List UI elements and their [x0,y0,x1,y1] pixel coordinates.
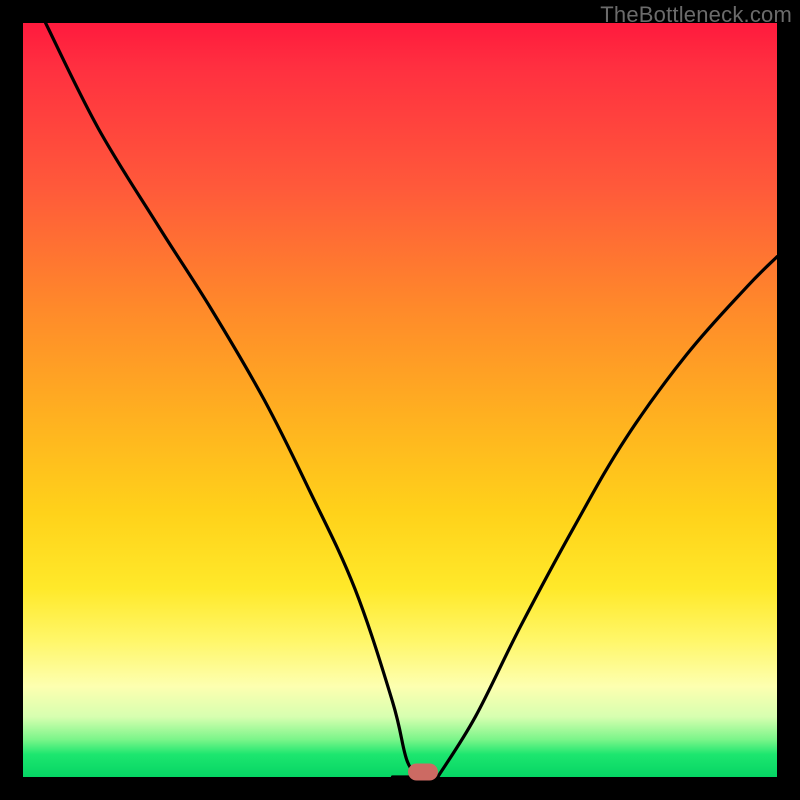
minimum-marker [408,764,438,781]
chart-frame: TheBottleneck.com [0,0,800,800]
bottleneck-curve [23,23,777,777]
curve-right-branch [438,257,777,777]
plot-area [23,23,777,777]
curve-left-branch [46,23,423,777]
watermark-text: TheBottleneck.com [600,2,792,28]
